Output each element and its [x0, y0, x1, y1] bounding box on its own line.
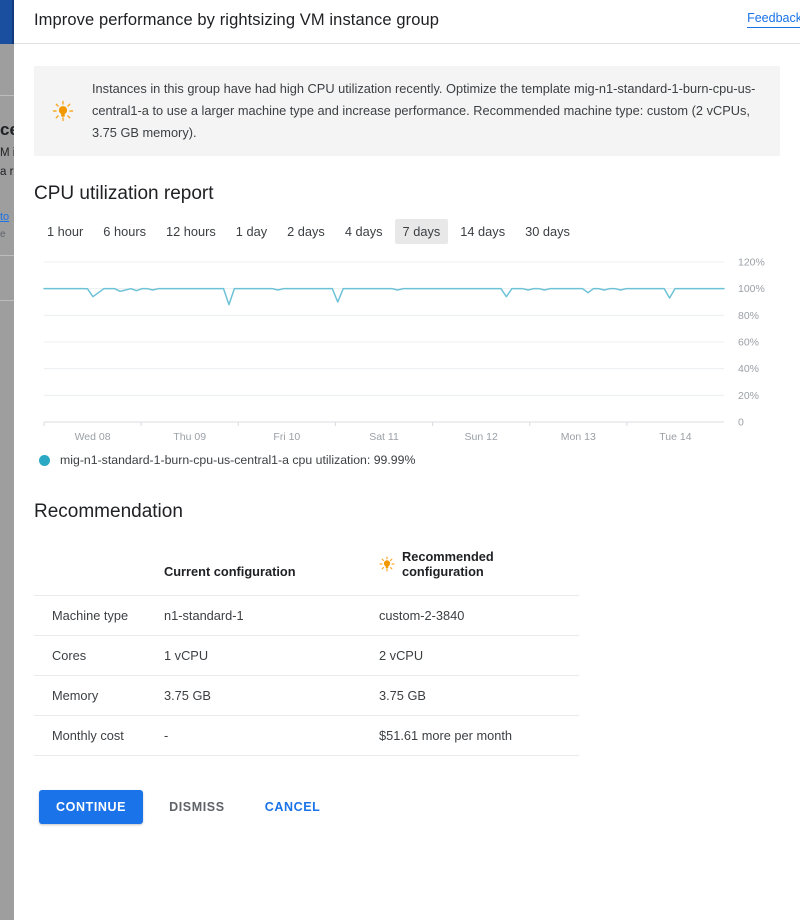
table-header-current: Current configuration — [164, 549, 379, 596]
row-current-cores: 1 vCPU — [164, 635, 379, 676]
recommendation-heading: Recommendation — [34, 501, 183, 522]
cpu-report-heading: CPU utilization report — [34, 183, 214, 204]
background-divider — [0, 255, 14, 256]
legend-color-dot — [39, 454, 50, 466]
background-divider — [0, 95, 14, 96]
table-header-recommended: Recommended configuration — [379, 549, 579, 596]
svg-text:Tue 14: Tue 14 — [659, 431, 691, 443]
background-text-fragment: M i — [0, 145, 14, 161]
svg-text:Fri 10: Fri 10 — [273, 431, 300, 443]
lightbulb-icon — [379, 556, 395, 572]
background-link-fragment[interactable]: to — [0, 210, 14, 225]
table-row: Memory 3.75 GB 3.75 GB — [34, 675, 579, 716]
row-recommended-machine-type: custom-2-3840 — [379, 595, 579, 636]
svg-text:100%: 100% — [738, 283, 765, 295]
feedback-link[interactable]: Feedback — [747, 11, 800, 28]
row-label-machine-type: Machine type — [34, 595, 164, 636]
background-divider — [0, 300, 14, 301]
lightbulb-icon — [34, 100, 92, 122]
recommendation-banner: Instances in this group have had high CP… — [34, 66, 780, 156]
svg-text:20%: 20% — [738, 390, 759, 402]
table-row: Cores 1 vCPU 2 vCPU — [34, 635, 579, 676]
time-range-30-days[interactable]: 30 days — [517, 219, 578, 244]
dialog-header: Improve performance by rightsizing VM in… — [14, 0, 800, 44]
time-range-selector[interactable]: 1 hour 6 hours 12 hours 1 day 2 days 4 d… — [39, 219, 780, 244]
cancel-button[interactable]: CANCEL — [251, 790, 335, 824]
svg-text:60%: 60% — [738, 337, 759, 349]
time-range-14-days[interactable]: 14 days — [452, 219, 513, 244]
row-label-monthly-cost: Monthly cost — [34, 715, 164, 756]
svg-text:40%: 40% — [738, 363, 759, 375]
background-text-fragment: e — [0, 228, 14, 242]
svg-text:80%: 80% — [738, 310, 759, 322]
dialog-title: Improve performance by rightsizing VM in… — [34, 11, 440, 29]
chart-legend[interactable]: mig-n1-standard-1-burn-cpu-us-central1-a… — [39, 453, 780, 467]
background-text-fragment: a r — [0, 164, 14, 180]
table-row: Monthly cost - $51.61 more per month — [34, 715, 579, 756]
row-recommended-cores: 2 vCPU — [379, 635, 579, 676]
row-current-memory: 3.75 GB — [164, 675, 379, 716]
svg-text:Sun 12: Sun 12 — [465, 431, 498, 443]
recommendation-table: Current configuration Recommended config… — [34, 549, 579, 756]
cpu-utilization-chart[interactable]: 0 20% 40% 60% 80% 100% 120% Wed 08 Thu 09 Fri 10 S… — [34, 254, 780, 444]
time-range-7-days[interactable]: 7 days — [394, 219, 449, 244]
time-range-6-hours[interactable]: 6 hours — [95, 219, 154, 244]
svg-text:Mon 13: Mon 13 — [561, 431, 596, 443]
row-recommended-memory: 3.75 GB — [379, 675, 579, 716]
svg-text:0: 0 — [738, 417, 744, 429]
dialog-body: Instances in this group have had high CP… — [14, 66, 800, 824]
background-heading-fragment: ce — [0, 120, 14, 140]
svg-text:Thu 09: Thu 09 — [173, 431, 206, 443]
row-label-cores: Cores — [34, 635, 164, 676]
row-recommended-monthly-cost: $51.61 more per month — [379, 715, 579, 756]
svg-text:Wed 08: Wed 08 — [75, 431, 111, 443]
time-range-1-day[interactable]: 1 day — [228, 219, 275, 244]
time-range-4-days[interactable]: 4 days — [337, 219, 391, 244]
recommendation-banner-text: Instances in this group have had high CP… — [92, 81, 756, 140]
rightsizing-recommendation-dialog: Improve performance by rightsizing VM in… — [14, 0, 800, 920]
svg-text:Sat 11: Sat 11 — [369, 431, 399, 443]
time-range-2-days[interactable]: 2 days — [279, 219, 333, 244]
svg-text:120%: 120% — [738, 257, 765, 269]
table-header-blank — [34, 549, 164, 596]
time-range-12-hours[interactable]: 12 hours — [158, 219, 224, 244]
row-current-monthly-cost: - — [164, 715, 379, 756]
dialog-actions: CONTINUE DISMISS CANCEL — [39, 790, 780, 824]
table-header-row: Current configuration Recommended config… — [34, 549, 579, 596]
row-label-memory: Memory — [34, 675, 164, 716]
table-header-recommended-label: Recommended configuration — [402, 549, 494, 579]
legend-series-label: mig-n1-standard-1-burn-cpu-us-central1-a… — [60, 453, 416, 467]
time-range-1-hour[interactable]: 1 hour — [39, 219, 91, 244]
continue-button[interactable]: CONTINUE — [39, 790, 144, 824]
dismiss-button[interactable]: DISMISS — [155, 790, 239, 824]
row-current-machine-type: n1-standard-1 — [164, 595, 379, 636]
table-row: Machine type n1-standard-1 custom-2-3840 — [34, 595, 579, 636]
